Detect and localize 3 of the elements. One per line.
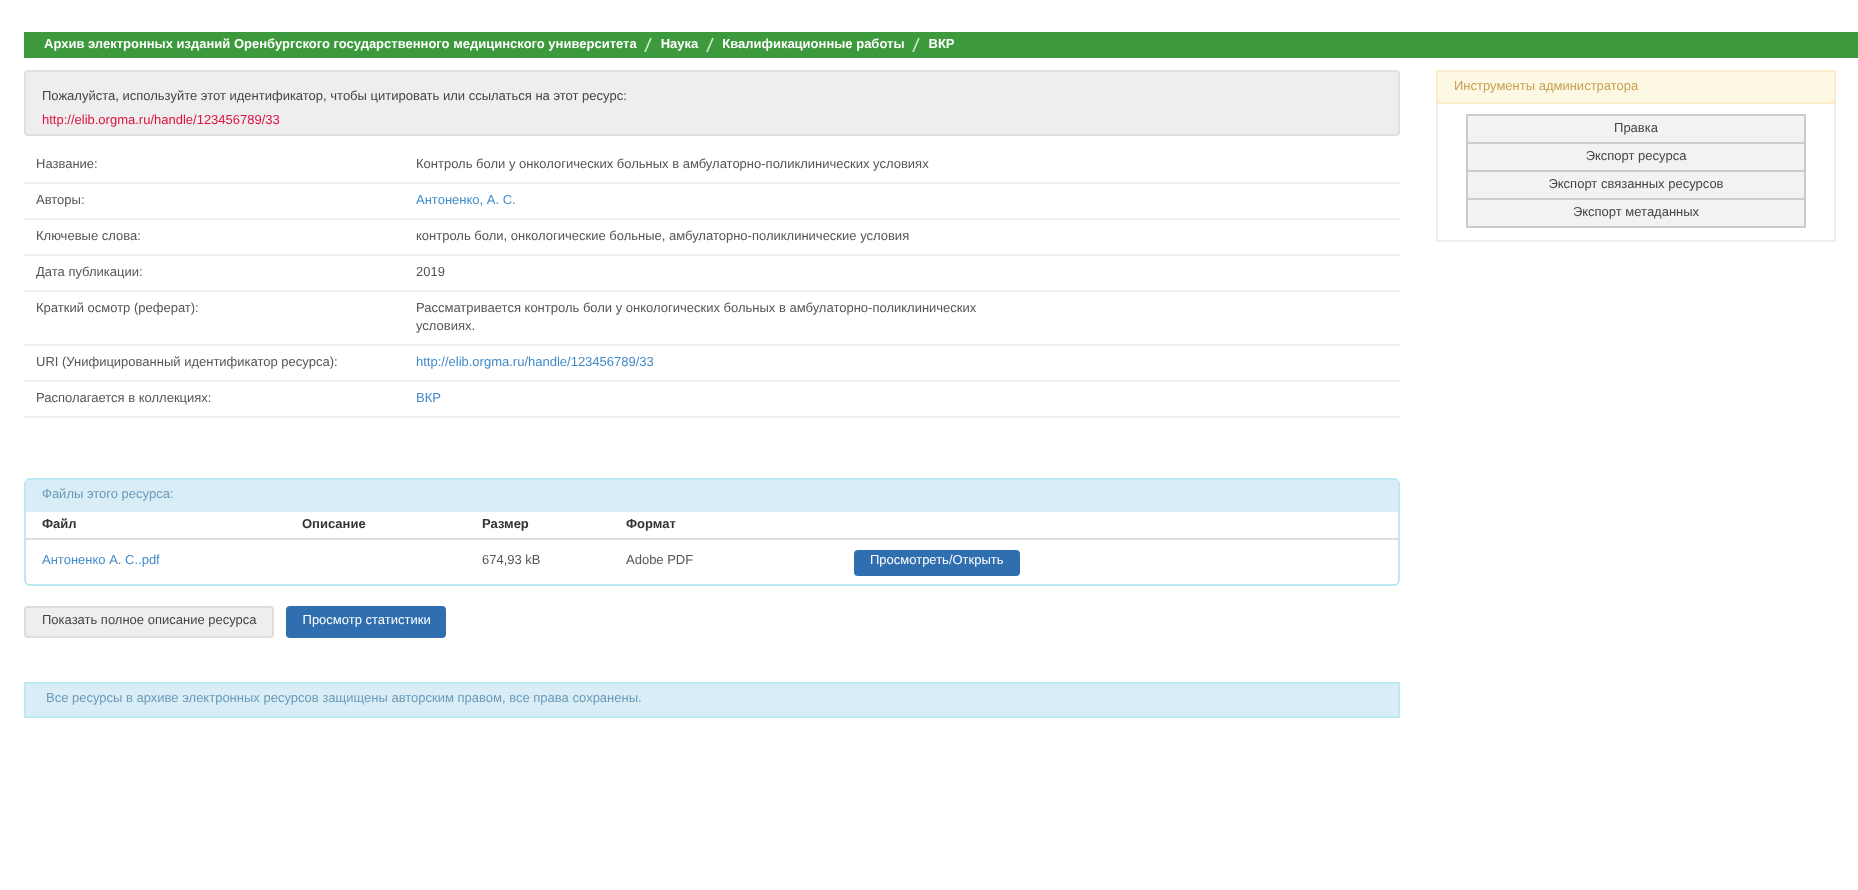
separator-icon [644, 38, 653, 52]
separator-icon [706, 38, 715, 52]
separator-icon [912, 38, 921, 52]
